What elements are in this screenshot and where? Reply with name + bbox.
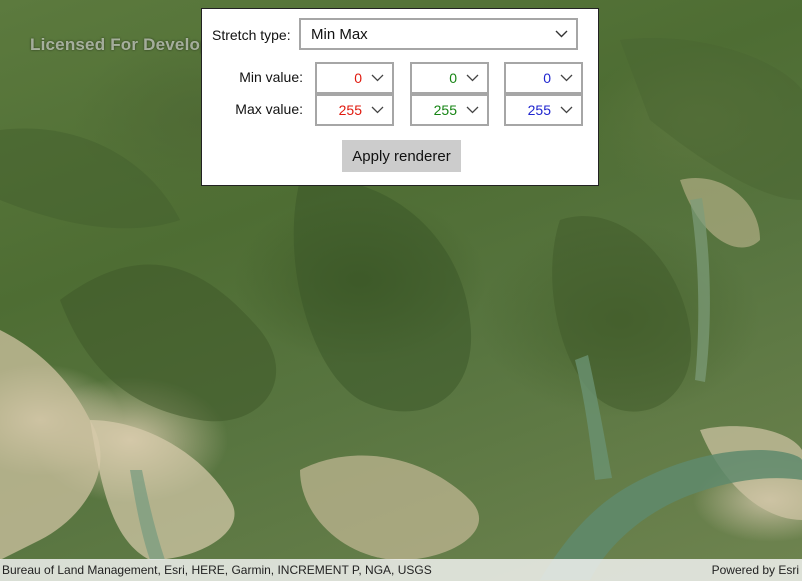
map-attribution: Bureau of Land Management, Esri, HERE, G… [2,563,432,577]
min-value-label: Min value: [239,69,303,85]
chevron-down-icon [560,106,573,114]
min-green-dropdown[interactable]: 0 [410,62,489,94]
min-blue-dropdown[interactable]: 0 [504,62,583,94]
max-value-label: Max value: [235,101,303,117]
min-green-value: 0 [449,70,457,86]
stretch-renderer-panel: Stretch type: Min Max Min value: Max val… [201,8,599,186]
min-blue-value: 0 [543,70,551,86]
max-green-value: 255 [433,102,457,118]
chevron-down-icon [466,106,479,114]
apply-renderer-button[interactable]: Apply renderer [342,140,461,172]
stretch-type-value: Min Max [311,26,368,43]
max-green-dropdown[interactable]: 255 [410,94,489,126]
max-blue-dropdown[interactable]: 255 [504,94,583,126]
attribution-bar: Bureau of Land Management, Esri, HERE, G… [0,559,802,581]
chevron-down-icon [466,74,479,82]
max-blue-value: 255 [527,102,551,118]
min-red-value: 0 [354,70,362,86]
powered-by-esri[interactable]: Powered by Esri [712,563,799,577]
chevron-down-icon [371,74,384,82]
stretch-type-dropdown[interactable]: Min Max [299,18,578,50]
chevron-down-icon [555,30,568,38]
chevron-down-icon [560,74,573,82]
min-red-dropdown[interactable]: 0 [315,62,394,94]
stretch-type-label: Stretch type: [212,27,291,43]
chevron-down-icon [371,106,384,114]
max-red-dropdown[interactable]: 255 [315,94,394,126]
max-red-value: 255 [338,102,362,118]
